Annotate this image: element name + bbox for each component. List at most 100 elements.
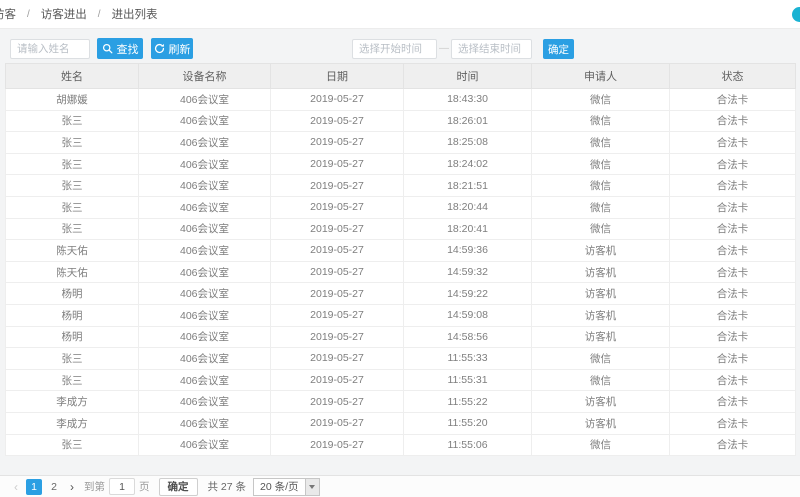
- cell-device: 406会议室: [139, 283, 271, 305]
- cell-time: 14:58:56: [404, 326, 532, 348]
- table-row: 杨明406会议室2019-05-2714:58:56访客机合法卡: [6, 326, 796, 348]
- cell-name: 胡娜媛: [6, 89, 139, 111]
- table-row: 杨明406会议室2019-05-2714:59:22访客机合法卡: [6, 283, 796, 305]
- cell-name: 张三: [6, 348, 139, 370]
- cell-time: 11:55:06: [404, 434, 532, 456]
- cell-date: 2019-05-27: [271, 261, 404, 283]
- cell-status: 合法卡: [670, 110, 796, 132]
- column-header: 状态: [670, 64, 796, 89]
- cell-date: 2019-05-27: [271, 391, 404, 413]
- table-row: 张三406会议室2019-05-2718:25:08微信合法卡: [6, 132, 796, 154]
- cell-applicant: 访客机: [532, 283, 670, 305]
- cell-device: 406会议室: [139, 348, 271, 370]
- cell-date: 2019-05-27: [271, 348, 404, 370]
- cell-status: 合法卡: [670, 369, 796, 391]
- cell-date: 2019-05-27: [271, 304, 404, 326]
- page-button-2[interactable]: 2: [46, 479, 62, 495]
- table-row: 杨明406会议室2019-05-2714:59:08访客机合法卡: [6, 304, 796, 326]
- cell-applicant: 微信: [532, 369, 670, 391]
- cell-date: 2019-05-27: [271, 326, 404, 348]
- table-row: 陈天佑406会议室2019-05-2714:59:36访客机合法卡: [6, 240, 796, 262]
- cell-date: 2019-05-27: [271, 89, 404, 111]
- end-time-input[interactable]: [451, 39, 532, 59]
- cell-device: 406会议室: [139, 261, 271, 283]
- page-button-1[interactable]: 1: [26, 479, 42, 495]
- cell-name: 张三: [6, 175, 139, 197]
- cell-name: 张三: [6, 434, 139, 456]
- cell-device: 406会议室: [139, 218, 271, 240]
- page-size-select[interactable]: 20 条/页: [253, 478, 320, 496]
- date-confirm-button[interactable]: 确定: [543, 39, 574, 59]
- breadcrumb: 访客 / 访客进出 / 进出列表: [0, 0, 800, 28]
- table-row: 李成方406会议室2019-05-2711:55:20访客机合法卡: [6, 412, 796, 434]
- cell-date: 2019-05-27: [271, 132, 404, 154]
- cell-date: 2019-05-27: [271, 412, 404, 434]
- table-row: 张三406会议室2019-05-2718:21:51微信合法卡: [6, 175, 796, 197]
- cell-time: 11:55:22: [404, 391, 532, 413]
- table-row: 张三406会议室2019-05-2711:55:31微信合法卡: [6, 369, 796, 391]
- column-header: 日期: [271, 64, 404, 89]
- cell-status: 合法卡: [670, 348, 796, 370]
- refresh-icon: [154, 43, 165, 54]
- cell-device: 406会议室: [139, 412, 271, 434]
- column-header: 设备名称: [139, 64, 271, 89]
- cell-date: 2019-05-27: [271, 110, 404, 132]
- cell-name: 杨明: [6, 326, 139, 348]
- cell-device: 406会议室: [139, 304, 271, 326]
- goto-page-prefix: 到第: [84, 479, 105, 494]
- table-row: 张三406会议室2019-05-2718:20:41微信合法卡: [6, 218, 796, 240]
- cell-status: 合法卡: [670, 132, 796, 154]
- cell-device: 406会议室: [139, 196, 271, 218]
- cell-device: 406会议室: [139, 434, 271, 456]
- cell-time: 18:21:51: [404, 175, 532, 197]
- cell-time: 18:20:44: [404, 196, 532, 218]
- cell-applicant: 访客机: [532, 240, 670, 262]
- cell-time: 18:43:30: [404, 89, 532, 111]
- cell-status: 合法卡: [670, 240, 796, 262]
- table-row: 陈天佑406会议室2019-05-2714:59:32访客机合法卡: [6, 261, 796, 283]
- column-header: 姓名: [6, 64, 139, 89]
- start-time-input[interactable]: [352, 39, 437, 59]
- cell-name: 李成方: [6, 412, 139, 434]
- cell-status: 合法卡: [670, 391, 796, 413]
- cell-device: 406会议室: [139, 89, 271, 111]
- breadcrumb-item-visitor-entry-exit[interactable]: 访客进出: [41, 6, 87, 22]
- next-page-button[interactable]: ›: [64, 480, 80, 494]
- name-search-input[interactable]: [10, 39, 90, 59]
- refresh-button[interactable]: 刷新: [151, 38, 193, 59]
- cell-applicant: 微信: [532, 218, 670, 240]
- goto-page-input[interactable]: [109, 478, 135, 495]
- cell-name: 张三: [6, 153, 139, 175]
- cell-date: 2019-05-27: [271, 153, 404, 175]
- search-button[interactable]: 查找: [97, 38, 143, 59]
- cell-date: 2019-05-27: [271, 196, 404, 218]
- cell-time: 14:59:32: [404, 261, 532, 283]
- cell-applicant: 访客机: [532, 412, 670, 434]
- cell-time: 18:24:02: [404, 153, 532, 175]
- table-row: 张三406会议室2019-05-2718:26:01微信合法卡: [6, 110, 796, 132]
- table-header-row: 姓名设备名称日期时间申请人状态: [6, 64, 796, 89]
- search-button-label: 查找: [117, 41, 139, 57]
- cell-time: 18:25:08: [404, 132, 532, 154]
- breadcrumb-item-visitor[interactable]: 访客: [0, 6, 16, 22]
- cell-name: 张三: [6, 196, 139, 218]
- prev-page-button[interactable]: ‹: [8, 480, 24, 494]
- cell-status: 合法卡: [670, 434, 796, 456]
- cell-date: 2019-05-27: [271, 240, 404, 262]
- entry-exit-table: 姓名设备名称日期时间申请人状态 胡娜媛406会议室2019-05-2718:43…: [5, 63, 796, 456]
- cell-time: 18:26:01: [404, 110, 532, 132]
- content-area: 查找 刷新 — 确定 姓名设备名称日期时间申请人状态 胡娜媛406: [0, 28, 800, 497]
- cell-time: 18:20:41: [404, 218, 532, 240]
- goto-confirm-button[interactable]: 确定: [159, 478, 198, 496]
- cell-status: 合法卡: [670, 89, 796, 111]
- cell-date: 2019-05-27: [271, 369, 404, 391]
- table-row: 胡娜媛406会议室2019-05-2718:43:30微信合法卡: [6, 89, 796, 111]
- cell-applicant: 微信: [532, 175, 670, 197]
- cell-applicant: 访客机: [532, 326, 670, 348]
- cell-name: 李成方: [6, 391, 139, 413]
- table-row: 张三406会议室2019-05-2718:20:44微信合法卡: [6, 196, 796, 218]
- cell-date: 2019-05-27: [271, 175, 404, 197]
- cell-applicant: 微信: [532, 153, 670, 175]
- cell-device: 406会议室: [139, 391, 271, 413]
- user-avatar-dot[interactable]: [792, 7, 800, 22]
